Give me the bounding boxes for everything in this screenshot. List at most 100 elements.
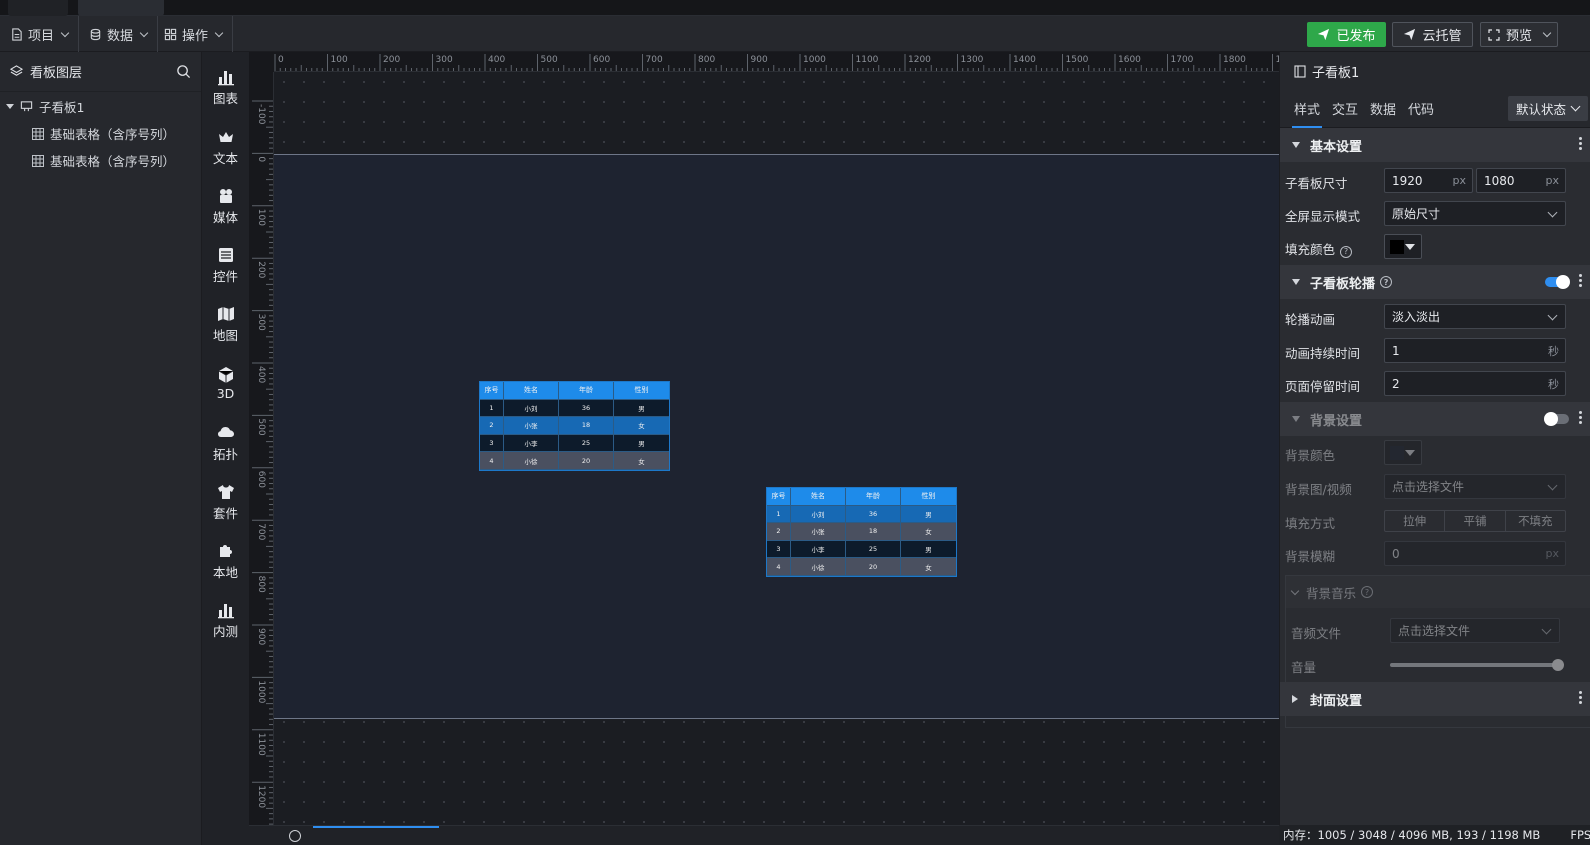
fill-mode-tile[interactable]: 平铺 (1445, 511, 1506, 531)
table-header-row: 序号 姓名 年龄 性别 (767, 488, 956, 506)
more-icon[interactable] (1579, 137, 1582, 150)
section-basic-settings[interactable]: 基本设置 (1280, 128, 1590, 162)
table-header-cell: 性别 (901, 488, 956, 506)
operation-menu-label: 操作 (182, 28, 209, 44)
ruler-label: 1100 (256, 733, 266, 756)
category-3d[interactable]: 3D (202, 356, 249, 410)
audio-file-select[interactable]: 点击选择文件 (1390, 618, 1560, 643)
fill-mode-segmented: 拉伸 平铺 不填充 (1384, 510, 1566, 532)
table-icon (32, 127, 44, 140)
table-cell: 4 (480, 452, 504, 470)
ruler-label: 700 (256, 523, 266, 540)
category-local[interactable]: 本地 (202, 534, 249, 588)
bg-media-select[interactable]: 点击选择文件 (1384, 474, 1566, 499)
category-text[interactable]: 文本 (202, 120, 249, 174)
project-menu[interactable]: 项目 (0, 16, 80, 52)
zoom-icon[interactable] (289, 830, 301, 842)
fill-color-text: 填充颜色 (1285, 242, 1336, 257)
category-map[interactable]: 地图 (202, 297, 249, 351)
fill-mode-none[interactable]: 不填充 (1506, 511, 1565, 531)
background-toggle[interactable] (1544, 412, 1569, 426)
chevron-down-icon (1547, 310, 1558, 321)
table-cell: 男 (614, 400, 669, 418)
section-carousel[interactable]: 子看板轮播? (1280, 265, 1590, 299)
fill-color-picker[interactable] (1384, 234, 1422, 259)
row-carousel-animation: 轮播动画 淡入淡出 (1280, 300, 1590, 333)
more-icon[interactable] (1579, 411, 1582, 424)
tab-data[interactable]: 数据 (1364, 90, 1402, 128)
category-beta[interactable]: 内测 (202, 593, 249, 647)
published-button[interactable]: 已发布 (1307, 22, 1386, 47)
canvas-bottom-bar (249, 825, 1279, 845)
tab-code[interactable]: 代码 (1402, 90, 1440, 128)
table-widget[interactable]: 序号 姓名 年龄 性别 1 小刘 36 男 2 小张 18 女 3 小李 25 男 4 小徐 20 女 (479, 381, 670, 471)
layer-item[interactable]: 基础表格（含序号列） (0, 147, 201, 174)
board-width-input[interactable]: 1920 px (1384, 168, 1473, 193)
category-topology[interactable]: 拓扑 (202, 416, 249, 470)
layer-tree-root[interactable]: 子看板1 (0, 93, 201, 120)
help-icon[interactable]: ? (1361, 586, 1374, 598)
window-tab[interactable] (8, 0, 68, 16)
row-board-size: 子看板尺寸 1920 px 1080 px (1280, 164, 1590, 197)
ruler-left[interactable]: -100 0 100 200 300 400 500 600 700 800 900 1000 1100… (249, 72, 274, 825)
volume-slider[interactable] (1390, 659, 1564, 671)
section-carousel-title: 子看板轮播 (1310, 276, 1376, 292)
page-stay-input[interactable]: 2秒 (1384, 371, 1566, 396)
board-icon (20, 101, 33, 112)
ruler-label: 900 (256, 628, 266, 645)
bg-music-header[interactable]: 背景音乐? (1286, 576, 1590, 608)
properties-title: 子看板1 (1280, 52, 1590, 90)
carousel-toggle[interactable] (1545, 275, 1570, 289)
table-cell: 36 (846, 505, 901, 524)
grid-icon (164, 28, 177, 40)
category-widget[interactable]: 控件 (202, 238, 249, 292)
state-select[interactable]: 默认状态 (1508, 96, 1588, 121)
tab-interaction[interactable]: 交互 (1326, 90, 1364, 128)
ruler-label: 1500 (1066, 55, 1089, 65)
help-icon[interactable]: ? (1380, 276, 1393, 288)
scrollbar-thumb[interactable] (313, 826, 439, 828)
topology-icon (217, 426, 234, 437)
volume-slider-handle[interactable] (1552, 659, 1564, 671)
ruler-label: 100 (256, 209, 266, 226)
category-media-label: 媒体 (212, 209, 238, 225)
table-cell: 3 (767, 540, 791, 559)
preview-button[interactable]: 预览 (1480, 22, 1558, 47)
category-suite[interactable]: 套件 (202, 475, 249, 529)
animation-duration-input[interactable]: 1秒 (1384, 338, 1566, 363)
category-chart[interactable]: 图表 (202, 60, 249, 114)
fullscreen-mode-select[interactable]: 原始尺寸 (1384, 201, 1566, 226)
operation-menu[interactable]: 操作 (154, 16, 234, 52)
ruler-label: 200 (383, 55, 400, 65)
fill-mode-stretch[interactable]: 拉伸 (1385, 511, 1446, 531)
table-row: 2 小张 18 女 (767, 523, 956, 541)
ruler-top[interactable]: 0 100 200 300 400 500 600 700 800 900 1000 1100 1200… (274, 52, 1279, 72)
ruler-label: 700 (646, 55, 663, 65)
layer-item-label: 基础表格（含序号列） (50, 127, 176, 142)
search-icon[interactable] (176, 64, 191, 79)
table-widget[interactable]: 序号 姓名 年龄 性别 1 小刘 36 男 2 小张 18 女 3 小李 25 男 4 小徐 20 女 (766, 487, 957, 577)
collapse-caret-icon[interactable] (6, 104, 14, 109)
table-header-cell: 姓名 (504, 382, 559, 400)
sub-board-canvas[interactable] (274, 154, 1279, 719)
more-icon[interactable] (1579, 691, 1582, 704)
help-icon[interactable]: ? (1340, 245, 1353, 258)
properties-title-label: 子看板1 (1312, 65, 1360, 81)
cloud-hosting-button[interactable]: 云托管 (1392, 22, 1473, 47)
table-cell: 男 (614, 435, 669, 453)
carousel-animation-select[interactable]: 淡入淡出 (1384, 304, 1566, 329)
section-background[interactable]: 背景设置 (1280, 402, 1590, 436)
data-menu[interactable]: 数据 (79, 16, 159, 52)
chevron-down-icon (1570, 101, 1581, 112)
database-icon (90, 28, 101, 40)
board-height-input[interactable]: 1080 px (1476, 168, 1566, 193)
bg-blur-input[interactable]: 0 px (1384, 541, 1566, 566)
tab-style[interactable]: 样式 (1288, 90, 1326, 128)
window-tab-active[interactable] (78, 0, 164, 16)
bg-color-picker[interactable] (1384, 440, 1422, 465)
category-media[interactable]: 媒体 (202, 179, 249, 233)
layer-item[interactable]: 基础表格（含序号列） (0, 120, 201, 147)
more-icon[interactable] (1579, 274, 1582, 287)
section-cover[interactable]: 封面设置 (1280, 682, 1590, 716)
category-widget-label: 控件 (212, 268, 238, 284)
